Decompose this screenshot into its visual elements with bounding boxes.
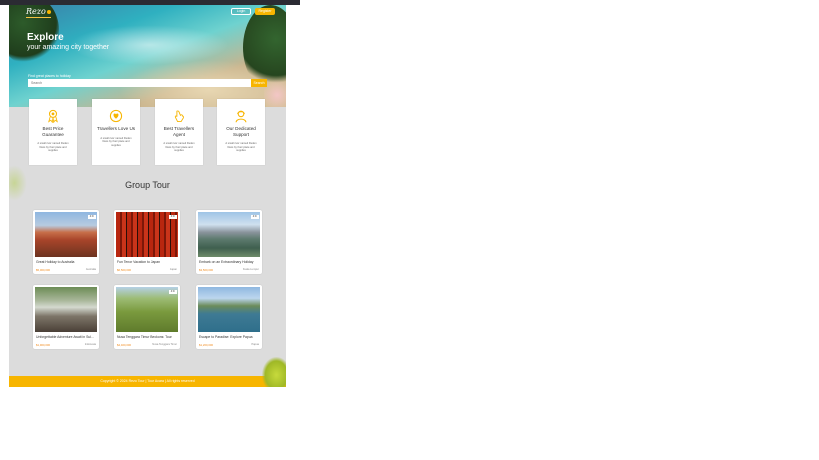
tour-card[interactable]: 4 hr Great Holiday to Australia $5,000,0… xyxy=(33,210,99,274)
site-logo[interactable]: Rezo xyxy=(26,7,51,18)
search-input[interactable] xyxy=(28,79,251,87)
feature-title: Travellers Love Us xyxy=(96,126,136,131)
tour-image[interactable] xyxy=(35,287,97,332)
sun-icon xyxy=(46,10,51,14)
search-button[interactable]: Search xyxy=(251,79,267,87)
tour-image[interactable] xyxy=(198,287,260,332)
tour-location: Australia xyxy=(85,268,96,271)
feature-desc: A small river named Duden flows by their… xyxy=(163,142,195,153)
page: Rezo Login Register Explore your amazing… xyxy=(9,5,286,387)
tour-price: $1,200,000 xyxy=(199,343,213,347)
hero-banner: Rezo Login Register Explore your amazing… xyxy=(9,5,286,107)
tour-price: $3,500,000 xyxy=(199,268,213,272)
tour-location: Japan xyxy=(169,268,177,271)
hero-flower xyxy=(264,77,286,107)
logo-text: Rezo xyxy=(26,7,46,16)
register-button[interactable]: Register xyxy=(255,8,275,15)
tour-price: $6,500,000 xyxy=(117,268,131,272)
section-title-group-tour: Group Tour xyxy=(125,180,170,190)
duration-badge: 4 hr xyxy=(168,215,177,219)
support-icon xyxy=(235,110,247,123)
agent-icon xyxy=(174,110,184,123)
medal-icon xyxy=(48,109,58,123)
feature-card-agent: Best Travellers Agent A small river name… xyxy=(155,99,203,165)
tour-title[interactable]: Unforgettable Adventure Await in Sulawes… xyxy=(36,335,96,339)
feature-title: Best Price Guarantee xyxy=(42,126,64,137)
feature-desc: A small river named Duden flows by their… xyxy=(100,136,132,147)
login-button[interactable]: Login xyxy=(231,8,251,15)
decorative-leaf-right xyxy=(262,357,286,387)
footer-copyright: Copyright © 2024 Rezo Tour | Tour Acara … xyxy=(100,379,195,383)
tour-card[interactable]: 4 hr Nusa Tenggara Timur Beckons: Tour $… xyxy=(114,285,180,349)
feature-title: Our Dedicated Support xyxy=(226,126,256,137)
tour-location: Kuala Lumpur xyxy=(242,268,259,271)
feature-desc: A small river named Duden flows by their… xyxy=(225,142,257,153)
feature-card-price: Best Price Guarantee A small river named… xyxy=(29,99,77,165)
tour-title[interactable]: Nusa Tenggara Timur Beckons: Tour xyxy=(117,335,177,339)
duration-badge: 4 hr xyxy=(168,290,177,294)
hero-title: Explore xyxy=(27,32,64,43)
duration-badge: 4 hr xyxy=(250,215,259,219)
search-label: Find great places to holiday xyxy=(28,74,71,78)
tour-title[interactable]: Embark on an Extraordinary Holiday xyxy=(199,260,259,264)
tour-card[interactable]: 4 hr Fun Tenor Vacation to Japan $6,500,… xyxy=(114,210,180,274)
tour-price: $4,400,000 xyxy=(117,343,131,347)
tour-price: $5,000,000 xyxy=(36,268,50,272)
footer: Copyright © 2024 Rezo Tour | Tour Acara … xyxy=(9,376,286,387)
duration-badge: 4 hr xyxy=(87,215,96,219)
feature-title: Best Travellers Agent xyxy=(163,126,195,137)
tour-location: Indonesia xyxy=(84,343,96,346)
tour-title[interactable]: Great Holiday to Australia xyxy=(36,260,96,264)
tour-location: Papua xyxy=(251,343,259,346)
tour-price: $1,900,000 xyxy=(36,343,50,347)
feature-desc: A small river named Duden flows by their… xyxy=(37,142,69,153)
tour-card[interactable]: 4 hr Embark on an Extraordinary Holiday … xyxy=(196,210,262,274)
heart-hands-icon xyxy=(109,109,123,123)
feature-card-love: Travellers Love Us A small river named D… xyxy=(92,99,140,165)
tour-card[interactable]: Escape to Paradise: Explore Papua $1,200… xyxy=(196,285,262,349)
tour-title[interactable]: Fun Tenor Vacation to Japan xyxy=(117,260,177,264)
tour-location: Nusa Tenggara Timur xyxy=(152,343,177,346)
feature-card-support: Our Dedicated Support A small river name… xyxy=(217,99,265,165)
tour-card[interactable]: Unforgettable Adventure Await in Sulawes… xyxy=(33,285,99,349)
hero-subtitle: your amazing city together xyxy=(27,44,110,51)
tour-title[interactable]: Escape to Paradise: Explore Papua xyxy=(199,335,259,339)
